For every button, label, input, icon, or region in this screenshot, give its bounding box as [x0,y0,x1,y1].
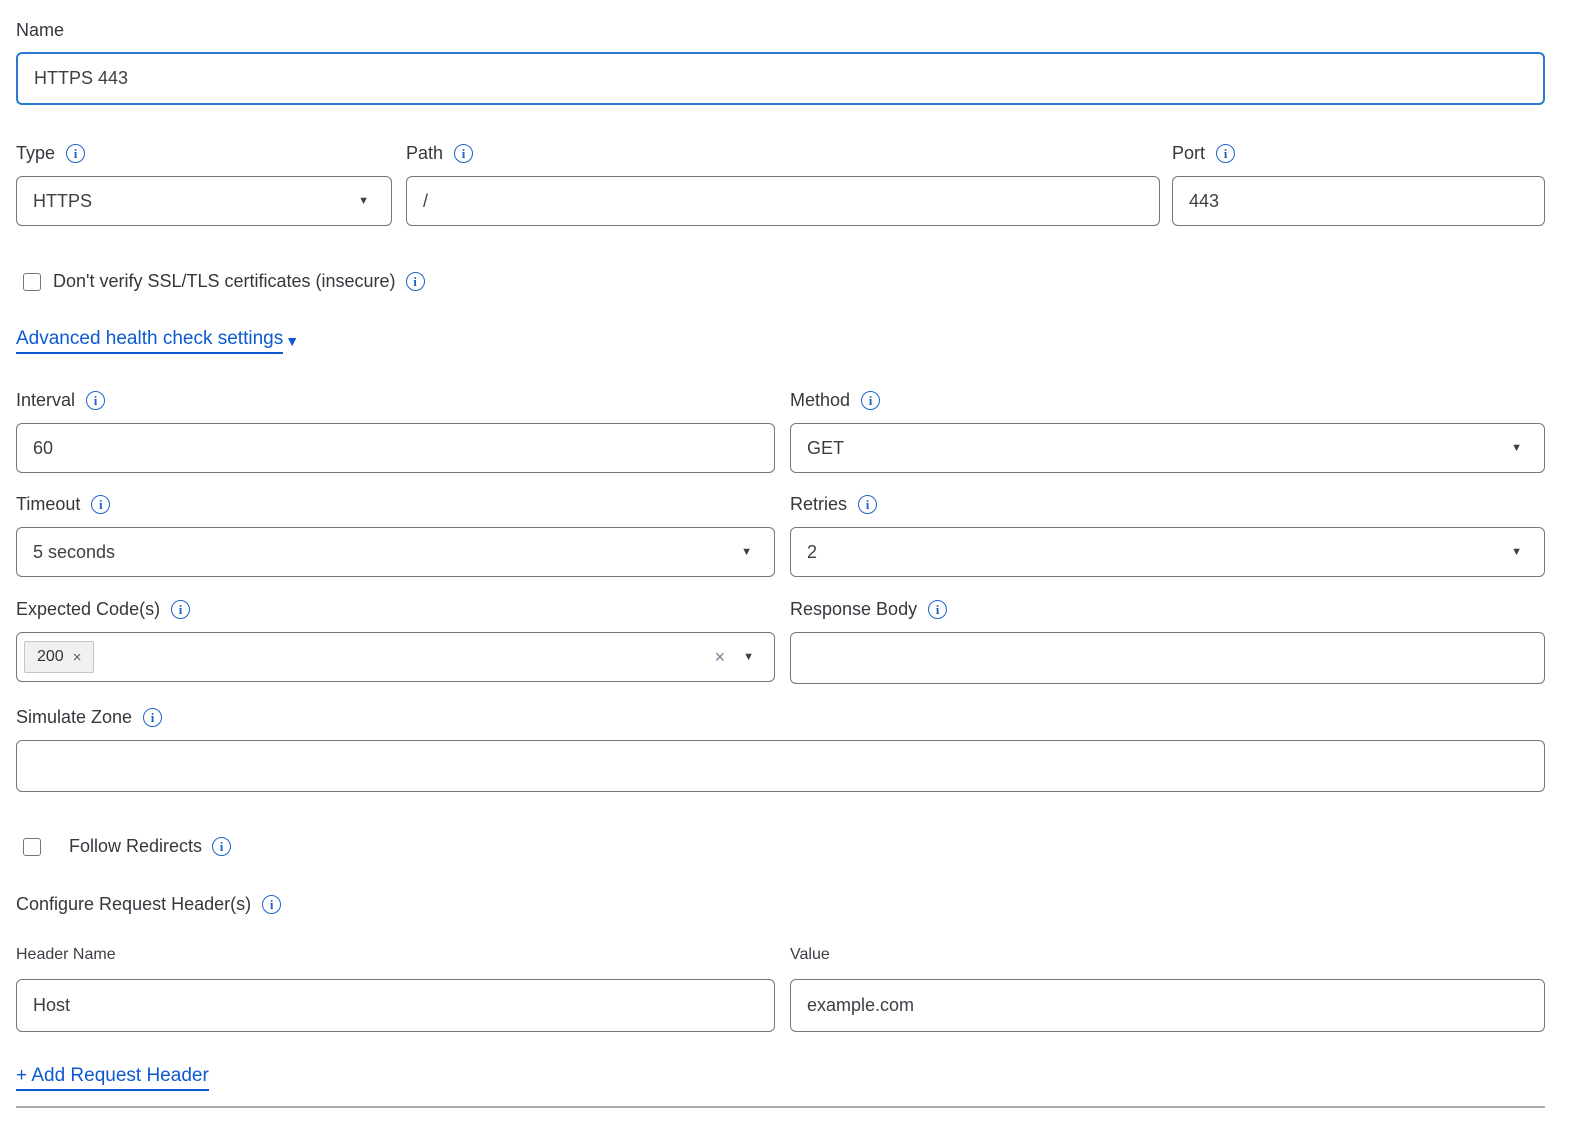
port-input[interactable] [1172,176,1545,226]
port-info-icon[interactable]: i [1216,144,1235,163]
chevron-down-icon: ▼ [1511,547,1522,558]
simulate-zone-label: Simulate Zone i [16,706,1545,728]
add-request-header-link[interactable]: + Add Request Header [16,1065,209,1091]
health-check-form: Name Type i HTTPS ▼ Path i Port i [0,0,1570,1128]
response-body-input[interactable] [790,632,1545,684]
clear-icon[interactable]: × [715,648,726,666]
chip-remove-icon[interactable]: × [73,649,82,666]
timeout-info-icon[interactable]: i [91,495,110,514]
interval-input[interactable] [16,423,775,473]
retries-label-text: Retries [790,493,847,515]
method-label: Method i [790,389,1545,411]
request-headers-section-label: Configure Request Header(s) i [16,893,1545,915]
retries-info-icon[interactable]: i [858,495,877,514]
retries-select[interactable]: 2 ▼ [790,527,1545,577]
name-label: Name [16,19,1545,41]
type-select-value: HTTPS [33,191,92,212]
verify-ssl-checkbox[interactable] [23,273,41,291]
simulate-zone-input[interactable] [16,740,1545,792]
section-divider [16,1106,1545,1108]
response-body-label: Response Body i [790,598,1545,620]
header-value-input[interactable] [790,979,1545,1032]
path-label-text: Path [406,142,443,164]
method-info-icon[interactable]: i [861,391,880,410]
path-info-icon[interactable]: i [454,144,473,163]
timeout-label-text: Timeout [16,493,80,515]
request-headers-section-text: Configure Request Header(s) [16,893,251,915]
type-label-text: Type [16,142,55,164]
chevron-down-icon: ▼ [1511,443,1522,454]
interval-label: Interval i [16,389,775,411]
expected-codes-label: Expected Code(s) i [16,598,775,620]
verify-ssl-label: Don't verify SSL/TLS certificates (insec… [53,271,396,292]
type-select[interactable]: HTTPS ▼ [16,176,392,226]
simulate-zone-label-text: Simulate Zone [16,706,132,728]
value-column-label: Value [790,944,1545,966]
follow-redirects-label: Follow Redirects [69,836,202,857]
multiselect-controls: × ▼ [715,648,754,666]
name-input[interactable] [16,52,1545,105]
method-select[interactable]: GET ▼ [790,423,1545,473]
verify-ssl-row: Don't verify SSL/TLS certificates (insec… [16,271,1545,292]
follow-redirects-checkbox[interactable] [23,838,41,856]
name-label-text: Name [16,19,64,41]
add-request-header-link-text: + Add Request Header [16,1065,209,1091]
caret-down-icon: ▼ [285,334,299,348]
response-body-label-text: Response Body [790,598,917,620]
follow-redirects-row: Follow Redirects i [16,836,1545,857]
expected-codes-info-icon[interactable]: i [171,600,190,619]
expected-codes-multiselect[interactable]: 200 × × ▼ [16,632,775,682]
interval-info-icon[interactable]: i [86,391,105,410]
type-info-icon[interactable]: i [66,144,85,163]
interval-label-text: Interval [16,389,75,411]
method-label-text: Method [790,389,850,411]
timeout-select[interactable]: 5 seconds ▼ [16,527,775,577]
chevron-down-icon: ▼ [743,652,754,663]
timeout-label: Timeout i [16,493,775,515]
retries-label: Retries i [790,493,1545,515]
simulate-zone-info-icon[interactable]: i [143,708,162,727]
expected-codes-label-text: Expected Code(s) [16,598,160,620]
port-label-text: Port [1172,142,1205,164]
retries-select-value: 2 [807,542,817,563]
port-label: Port i [1172,142,1545,164]
header-name-column-text: Header Name [16,944,116,966]
expected-code-chip-text: 200 [37,648,64,666]
header-name-input[interactable] [16,979,775,1032]
advanced-settings-link-text: Advanced health check settings [16,328,283,354]
advanced-settings-link[interactable]: Advanced health check settings ▼ [16,328,299,354]
path-label: Path i [406,142,1160,164]
path-input[interactable] [406,176,1160,226]
chevron-down-icon: ▼ [741,547,752,558]
header-name-column-label: Header Name [16,944,775,966]
request-header-row [16,979,1545,1032]
type-label: Type i [16,142,392,164]
method-select-value: GET [807,438,844,459]
request-headers-info-icon[interactable]: i [262,895,281,914]
chevron-down-icon: ▼ [358,196,369,207]
value-column-text: Value [790,944,830,966]
expected-code-chip: 200 × [24,641,94,673]
timeout-select-value: 5 seconds [33,542,115,563]
follow-redirects-info-icon[interactable]: i [212,837,231,856]
response-body-info-icon[interactable]: i [928,600,947,619]
verify-ssl-info-icon[interactable]: i [406,272,425,291]
